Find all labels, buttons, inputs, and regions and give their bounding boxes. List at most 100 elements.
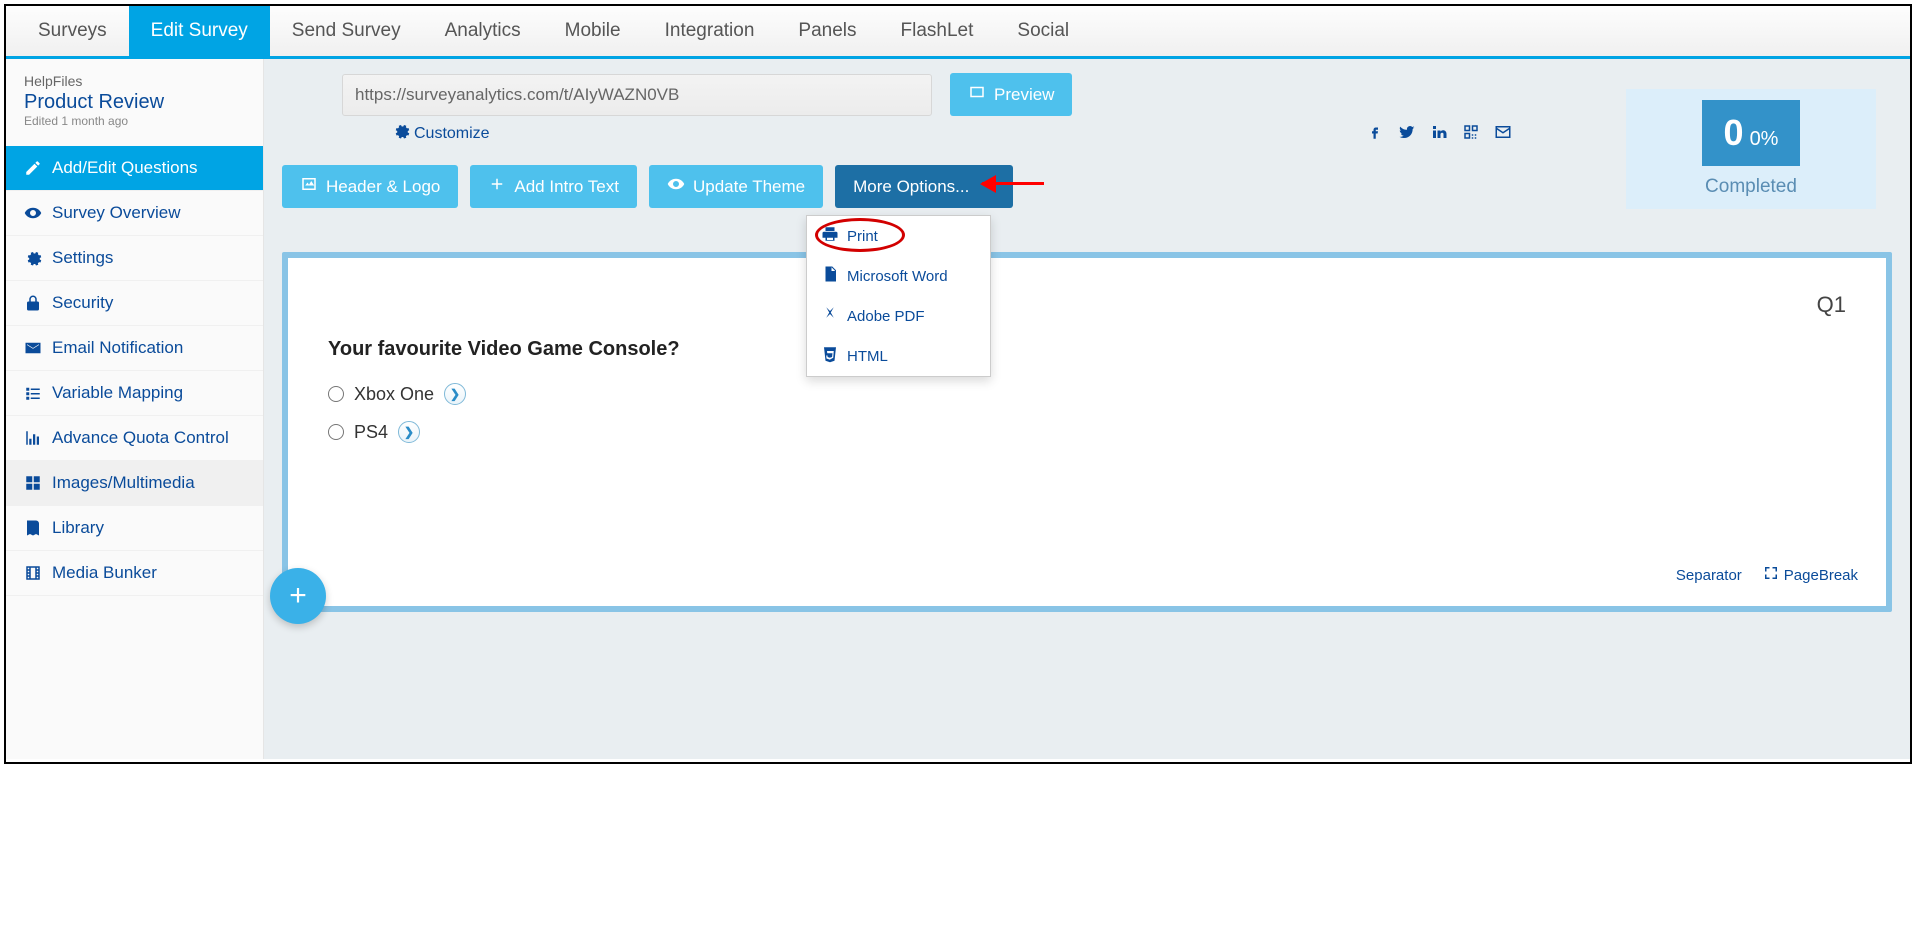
option-label: Xbox One — [354, 384, 434, 405]
sidebar-item-add-edit-questions[interactable]: Add/Edit Questions — [6, 146, 263, 191]
book-icon — [24, 519, 42, 537]
sidebar-item-variable-mapping[interactable]: Variable Mapping — [6, 371, 263, 416]
annotation-arrow — [982, 173, 1060, 193]
dropdown-item-pdf[interactable]: Adobe PDF — [807, 296, 990, 336]
nav-tab-surveys[interactable]: Surveys — [16, 6, 129, 56]
sidebar-item-label: Email Notification — [52, 338, 183, 358]
email-icon[interactable] — [1494, 123, 1512, 144]
list-icon — [24, 384, 42, 402]
sidebar-item-label: Variable Mapping — [52, 383, 183, 403]
nav-tab-edit-survey[interactable]: Edit Survey — [129, 6, 270, 56]
nav-tab-analytics[interactable]: Analytics — [423, 6, 543, 56]
update-theme-button[interactable]: Update Theme — [649, 165, 823, 208]
edit-icon — [24, 159, 42, 177]
image-icon — [300, 175, 318, 198]
sidebar-item-security[interactable]: Security — [6, 281, 263, 326]
nav-tab-integration[interactable]: Integration — [643, 6, 777, 56]
sidebar-item-media-bunker[interactable]: Media Bunker — [6, 551, 263, 596]
more-options-dropdown: Print Microsoft Word Adobe PDF HTML — [806, 215, 991, 377]
top-nav: Surveys Edit Survey Send Survey Analytic… — [6, 6, 1910, 59]
pagebreak-label: PageBreak — [1784, 567, 1858, 584]
sidebar-edited: Edited 1 month ago — [24, 114, 245, 128]
grid-icon — [24, 474, 42, 492]
completion-count: 0 — [1724, 112, 1744, 154]
html-icon — [821, 345, 839, 367]
question-option[interactable]: PS4 ❯ — [328, 413, 1846, 451]
question-footer: Separator PageBreak — [1676, 564, 1858, 586]
dropdown-item-print[interactable]: Print — [807, 216, 990, 256]
radio-input[interactable] — [328, 424, 344, 440]
pagebreak-link[interactable]: PageBreak — [1762, 564, 1858, 586]
dropdown-label: Microsoft Word — [847, 268, 948, 285]
facebook-icon[interactable] — [1366, 123, 1384, 144]
header-logo-button[interactable]: Header & Logo — [282, 165, 458, 208]
customize-link[interactable]: Customize — [392, 122, 490, 145]
eye-icon — [24, 204, 42, 222]
dropdown-item-html[interactable]: HTML — [807, 336, 990, 376]
sidebar-item-label: Advance Quota Control — [52, 428, 229, 448]
nav-tab-flashlet[interactable]: FlashLet — [879, 6, 996, 56]
lock-icon — [24, 294, 42, 312]
sidebar-item-survey-overview[interactable]: Survey Overview — [6, 191, 263, 236]
update-theme-label: Update Theme — [693, 177, 805, 197]
header-logo-label: Header & Logo — [326, 177, 440, 197]
film-icon — [24, 564, 42, 582]
sidebar-item-images-multimedia[interactable]: Images/Multimedia — [6, 461, 263, 506]
chart-icon — [24, 429, 42, 447]
more-options-label: More Options... — [853, 177, 969, 197]
dropdown-label: Adobe PDF — [847, 308, 925, 325]
question-number: Q1 — [1817, 292, 1846, 318]
twitter-icon[interactable] — [1398, 123, 1416, 144]
add-intro-button[interactable]: Add Intro Text — [470, 165, 637, 208]
action-row: Header & Logo Add Intro Text Update Them… — [282, 159, 1892, 224]
sidebar-item-label: Media Bunker — [52, 563, 157, 583]
sidebar-item-label: Library — [52, 518, 104, 538]
sidebar-item-advance-quota-control[interactable]: Advance Quota Control — [6, 416, 263, 461]
print-icon — [821, 225, 839, 247]
sidebar-item-label: Settings — [52, 248, 113, 268]
dropdown-label: Print — [847, 228, 878, 245]
nav-tab-send-survey[interactable]: Send Survey — [270, 6, 423, 56]
sidebar-item-email-notification[interactable]: Email Notification — [6, 326, 263, 371]
nav-tab-social[interactable]: Social — [995, 6, 1091, 56]
linkedin-icon[interactable] — [1430, 123, 1448, 144]
add-question-fab[interactable]: + — [270, 568, 326, 624]
nav-tab-panels[interactable]: Panels — [776, 6, 878, 56]
sidebar-item-label: Add/Edit Questions — [52, 158, 198, 178]
sidebar-survey-title[interactable]: Product Review — [24, 91, 245, 114]
eye-icon — [667, 175, 685, 198]
customize-label: Customize — [414, 125, 490, 143]
pdf-icon — [821, 305, 839, 327]
sidebar-item-library[interactable]: Library — [6, 506, 263, 551]
separator-link[interactable]: Separator — [1676, 564, 1742, 586]
envelope-icon — [24, 339, 42, 357]
word-icon — [821, 265, 839, 287]
chevron-right-icon[interactable]: ❯ — [398, 421, 420, 443]
sidebar-header: HelpFiles Product Review Edited 1 month … — [6, 59, 263, 138]
preview-label: Preview — [994, 85, 1054, 105]
main-content: Preview Customize — [264, 59, 1910, 759]
dropdown-label: HTML — [847, 348, 888, 365]
plus-icon — [488, 175, 506, 198]
radio-input[interactable] — [328, 386, 344, 402]
chevron-right-icon[interactable]: ❯ — [444, 383, 466, 405]
sidebar: HelpFiles Product Review Edited 1 month … — [6, 59, 264, 759]
sidebar-item-settings[interactable]: Settings — [6, 236, 263, 281]
dropdown-item-word[interactable]: Microsoft Word — [807, 256, 990, 296]
question-text: Your favourite Video Game Console? — [328, 338, 1846, 361]
preview-button[interactable]: Preview — [950, 73, 1072, 116]
share-icons — [1366, 123, 1512, 144]
sidebar-item-label: Images/Multimedia — [52, 473, 195, 493]
survey-question-card: Q1 Your favourite Video Game Console? Xb… — [282, 252, 1892, 612]
completion-badge: 0 0% — [1702, 100, 1801, 166]
question-option[interactable]: Xbox One ❯ — [328, 375, 1846, 413]
preview-icon — [968, 83, 986, 106]
sidebar-menu: Add/Edit Questions Survey Overview Setti… — [6, 146, 263, 596]
nav-tab-mobile[interactable]: Mobile — [543, 6, 643, 56]
pagebreak-icon — [1762, 564, 1780, 586]
qrcode-icon[interactable] — [1462, 123, 1480, 144]
sidebar-item-label: Survey Overview — [52, 203, 180, 223]
completion-pct: 0% — [1750, 128, 1779, 151]
cogs-icon — [392, 122, 410, 145]
survey-url-input[interactable] — [342, 74, 932, 116]
